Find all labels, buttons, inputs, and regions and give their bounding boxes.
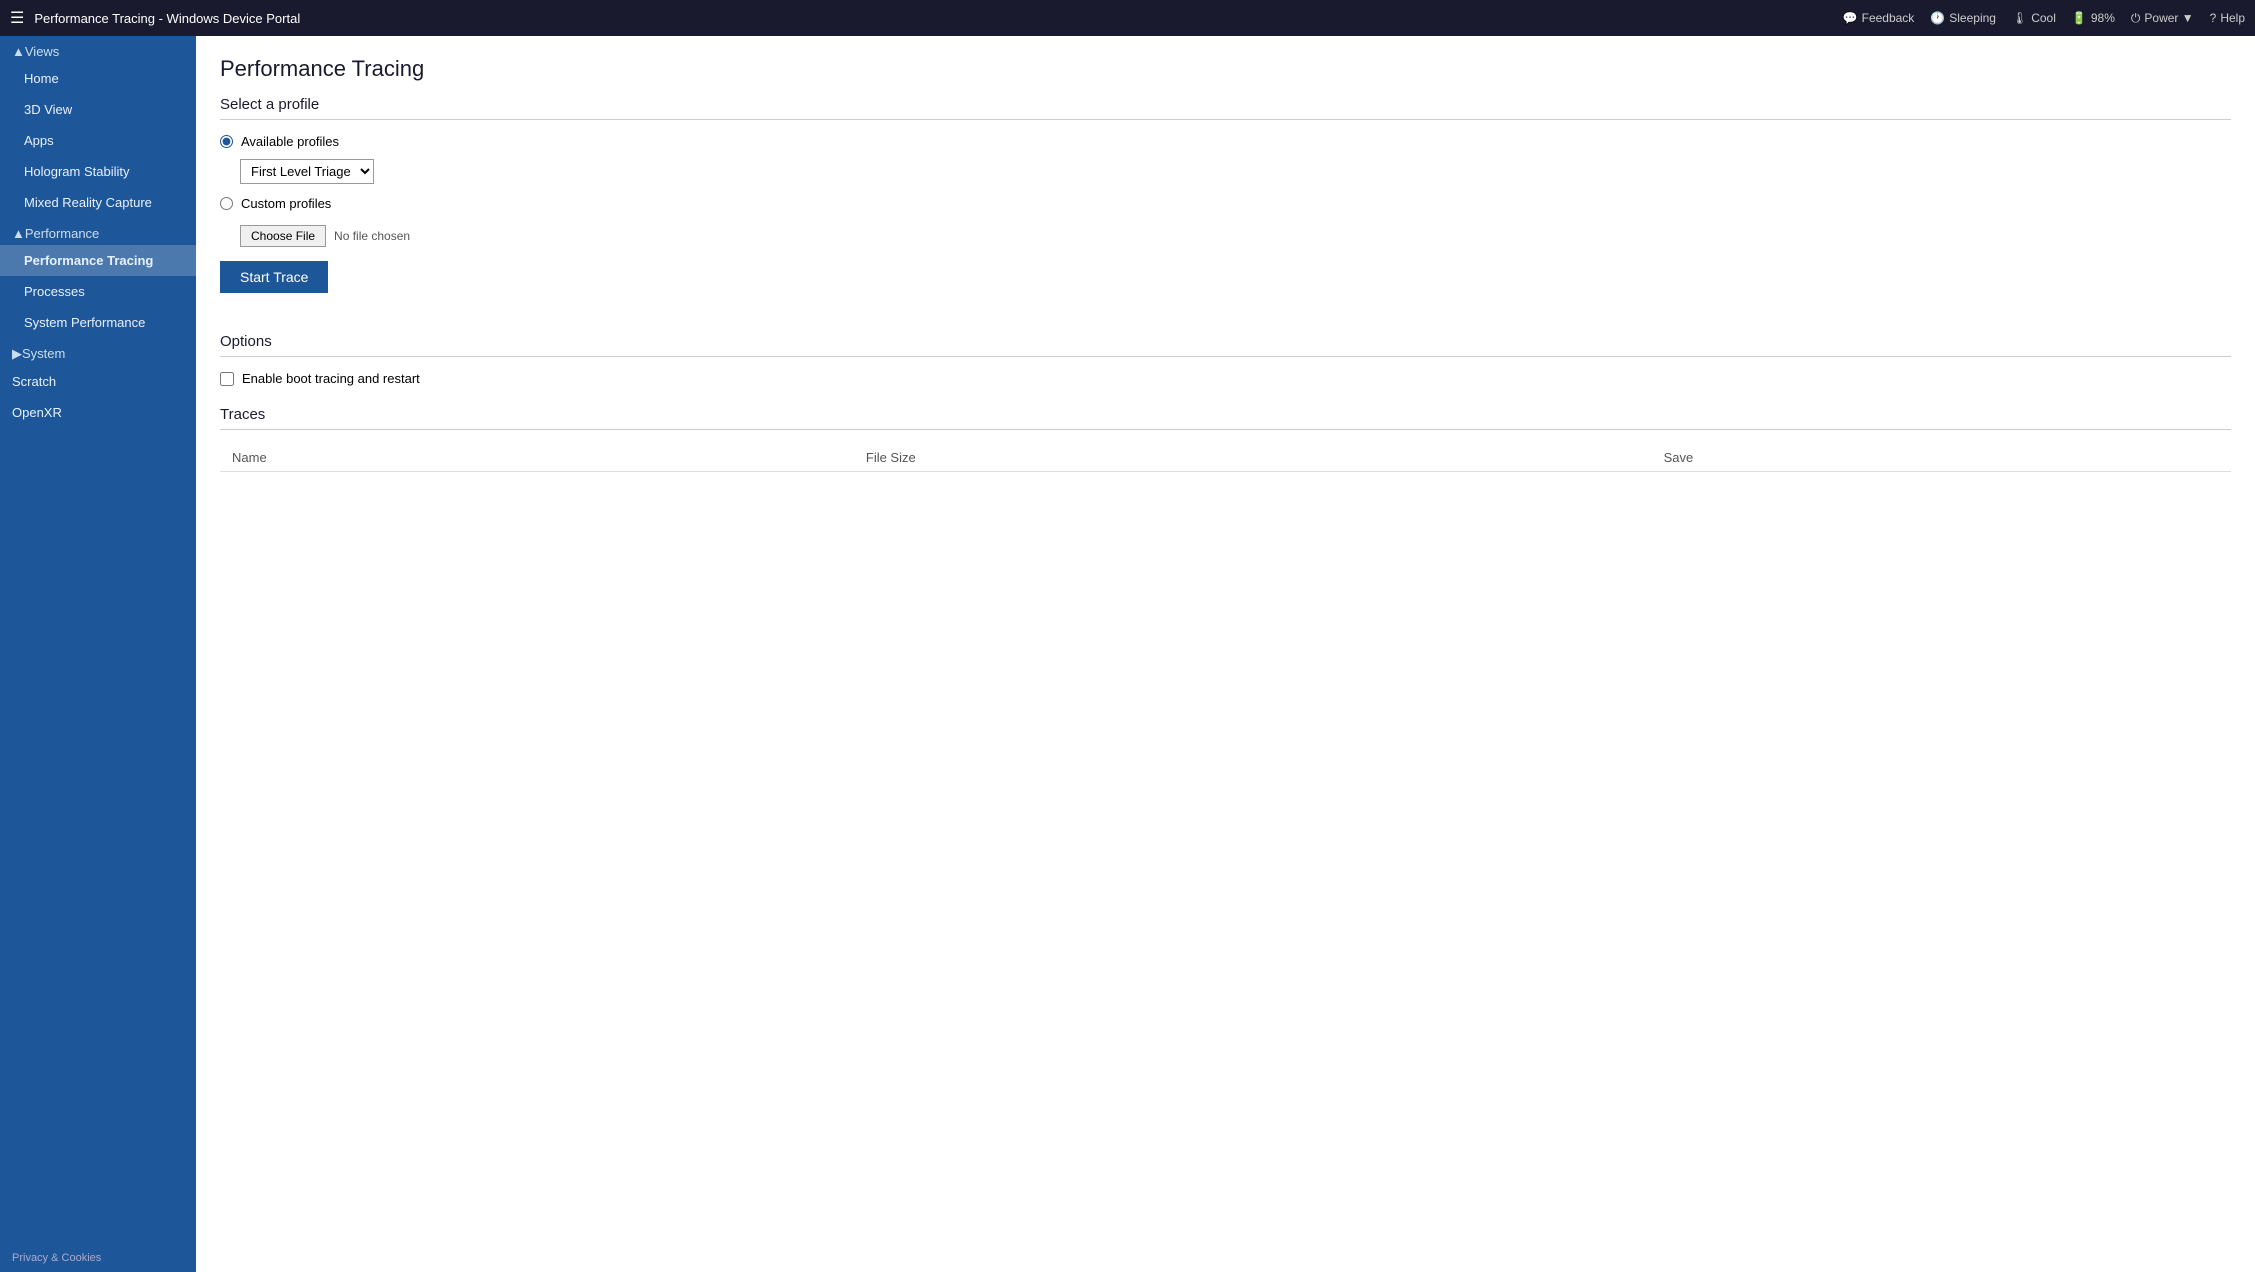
sidebar-item-apps[interactable]: Apps: [0, 125, 196, 156]
feedback-icon: 💬: [1843, 11, 1858, 25]
temp-label: Cool: [2031, 11, 2056, 25]
sidebar-item-scratch[interactable]: Scratch: [0, 366, 196, 397]
traces-section: Traces Name File Size Save: [220, 406, 2231, 472]
battery-button[interactable]: 🔋 98%: [2072, 11, 2115, 25]
traces-table: Name File Size Save: [220, 444, 2231, 472]
enable-boot-tracing-checkbox[interactable]: [220, 372, 234, 386]
col-name: Name: [220, 444, 854, 472]
page-title: Performance Tracing: [220, 56, 2231, 82]
available-profiles-radio[interactable]: [220, 135, 233, 148]
help-button[interactable]: ? Help: [2210, 11, 2245, 25]
traces-table-head: Name File Size Save: [220, 444, 2231, 472]
available-profiles-label: Available profiles: [241, 134, 339, 149]
sidebar-item-openxr[interactable]: OpenXR: [0, 397, 196, 428]
start-trace-button[interactable]: Start Trace: [220, 261, 328, 293]
battery-icon: 🔋: [2072, 11, 2087, 25]
sleeping-icon: 🕐: [1930, 11, 1945, 25]
options-section: Options Enable boot tracing and restart: [220, 333, 2231, 386]
feedback-label: Feedback: [1862, 11, 1915, 25]
enable-boot-tracing-label: Enable boot tracing and restart: [242, 371, 420, 386]
available-profiles-row: Available profiles: [220, 134, 2231, 149]
options-header: Options: [220, 333, 2231, 357]
sidebar-toggle-button[interactable]: ◀: [192, 46, 196, 74]
sidebar-item-hologram-stability[interactable]: Hologram Stability: [0, 156, 196, 187]
top-actions: 💬 Feedback 🕐 Sleeping 🌡 Cool 🔋 98% ⏻ Pow…: [1843, 11, 2245, 26]
battery-label: 98%: [2091, 11, 2115, 25]
sidebar-item-3dview[interactable]: 3D View: [0, 94, 196, 125]
traces-table-header-row: Name File Size Save: [220, 444, 2231, 472]
sidebar: ◀ ▲Views Home 3D View Apps Hologram Stab…: [0, 36, 196, 1272]
content-area: Performance Tracing Select a profile Ava…: [196, 36, 2255, 1272]
feedback-button[interactable]: 💬 Feedback: [1843, 11, 1915, 25]
sidebar-item-processes[interactable]: Processes: [0, 276, 196, 307]
custom-profiles-label: Custom profiles: [241, 196, 331, 211]
hamburger-icon[interactable]: ☰: [10, 8, 24, 28]
sidebar-item-home[interactable]: Home: [0, 63, 196, 94]
sidebar-item-performance-tracing[interactable]: Performance Tracing: [0, 245, 196, 276]
custom-profiles-row: Custom profiles: [220, 196, 2231, 211]
temp-button[interactable]: 🌡 Cool: [2012, 11, 2056, 25]
col-file-size: File Size: [854, 444, 1652, 472]
sleeping-button[interactable]: 🕐 Sleeping: [1930, 11, 1996, 25]
topbar-title: Performance Tracing - Windows Device Por…: [34, 11, 1842, 26]
col-save: Save: [1652, 444, 2231, 472]
topbar: ☰ Performance Tracing - Windows Device P…: [0, 0, 2255, 36]
views-section-header[interactable]: ▲Views: [0, 36, 196, 63]
custom-profiles-radio[interactable]: [220, 197, 233, 210]
main-layout: ◀ ▲Views Home 3D View Apps Hologram Stab…: [0, 36, 2255, 1272]
traces-header: Traces: [220, 406, 2231, 430]
profile-select[interactable]: First Level Triage Basic Advanced: [240, 159, 374, 184]
sleeping-label: Sleeping: [1949, 11, 1996, 25]
help-icon: ?: [2210, 11, 2217, 25]
no-file-label: No file chosen: [334, 229, 410, 243]
privacy-cookies-link[interactable]: Privacy & Cookies: [0, 1244, 196, 1272]
power-icon: ⏻: [2131, 11, 2141, 26]
file-input-area: Choose File No file chosen: [240, 225, 2231, 247]
select-profile-section: Select a profile Available profiles Firs…: [220, 96, 2231, 313]
sidebar-item-system-performance[interactable]: System Performance: [0, 307, 196, 338]
temp-icon: 🌡: [2012, 11, 2027, 25]
sidebar-item-mixed-reality-capture[interactable]: Mixed Reality Capture: [0, 187, 196, 218]
system-section-header[interactable]: ▶System: [0, 338, 196, 366]
boot-tracing-option-row: Enable boot tracing and restart: [220, 371, 2231, 386]
power-label: Power ▼: [2144, 11, 2193, 25]
power-button[interactable]: ⏻ Power ▼: [2131, 11, 2194, 26]
choose-file-button[interactable]: Choose File: [240, 225, 326, 247]
select-profile-header: Select a profile: [220, 96, 2231, 120]
performance-section-header[interactable]: ▲Performance: [0, 218, 196, 245]
help-label: Help: [2220, 11, 2245, 25]
